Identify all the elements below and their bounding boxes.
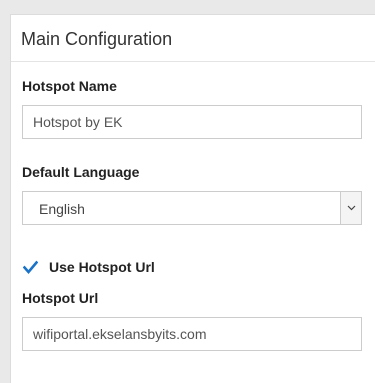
hotspot-url-label: Hotspot Url [22, 290, 99, 306]
use-hotspot-url-checkbox[interactable] [22, 260, 39, 275]
hotspot-name-input[interactable] [22, 105, 362, 139]
panel-title: Main Configuration [11, 15, 375, 62]
hotspot-url-input[interactable] [22, 317, 362, 351]
use-hotspot-url-label[interactable]: Use Hotspot Url [49, 259, 155, 275]
main-configuration-panel: Main Configuration Hotspot Name Default … [10, 14, 375, 383]
default-language-selected: English [39, 201, 85, 217]
hotspot-name-label: Hotspot Name [22, 78, 117, 94]
default-language-select[interactable]: English [22, 191, 362, 225]
checkmark-icon [22, 260, 39, 274]
default-language-label: Default Language [22, 164, 140, 180]
chevron-down-icon[interactable] [340, 192, 361, 224]
